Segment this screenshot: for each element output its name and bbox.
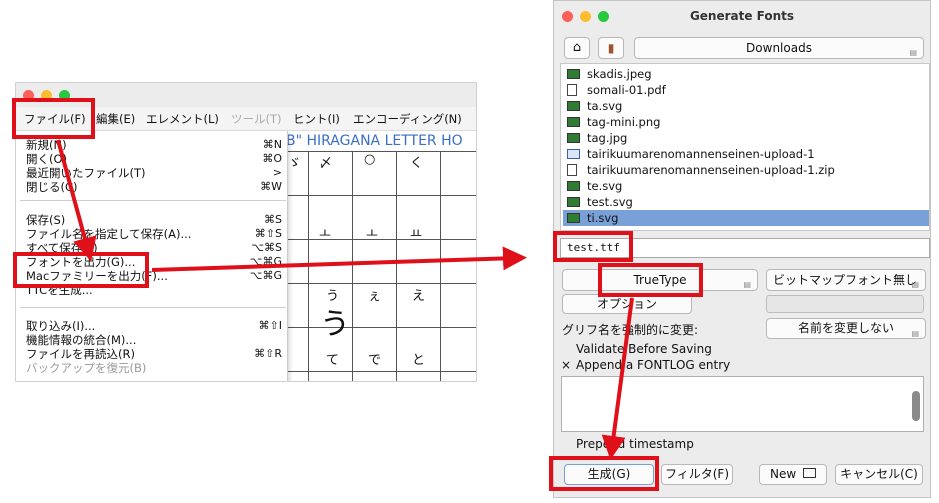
annotation-arrows	[56, 139, 634, 460]
arrow-format-to-generate	[601, 297, 634, 460]
arrow-menu-to-generate	[56, 139, 97, 262]
arrow-to-dialog	[151, 246, 527, 272]
